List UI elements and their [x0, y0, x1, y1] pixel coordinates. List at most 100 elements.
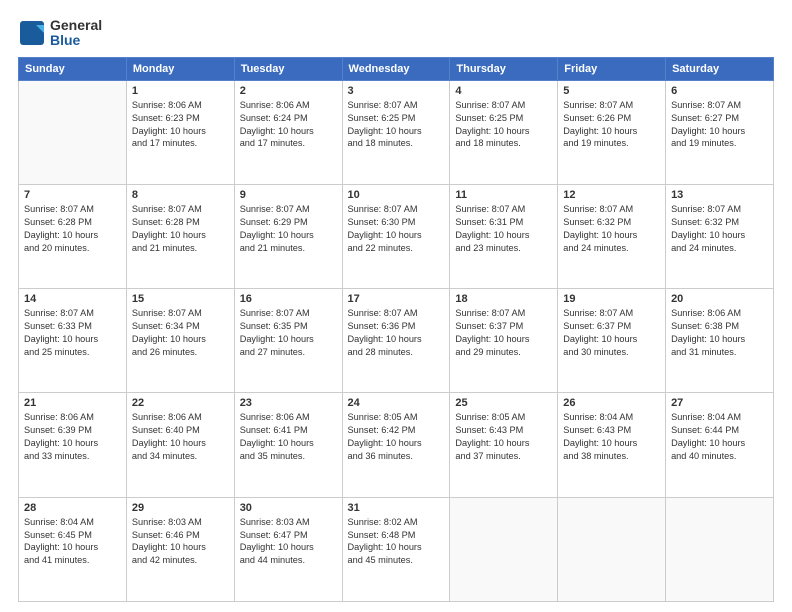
day-info: Sunrise: 8:07 AM Sunset: 6:36 PM Dayligh…	[348, 307, 445, 359]
day-number: 29	[132, 502, 229, 514]
day-number: 27	[671, 397, 768, 409]
calendar-cell: 15 Sunrise: 8:07 AM Sunset: 6:34 PM Dayli…	[126, 289, 234, 393]
day-number: 8	[132, 189, 229, 201]
day-number: 14	[24, 293, 121, 305]
day-number: 4	[455, 85, 552, 97]
calendar-cell: 17 Sunrise: 8:07 AM Sunset: 6:36 PM Dayli…	[342, 289, 450, 393]
calendar-cell: 16 Sunrise: 8:07 AM Sunset: 6:35 PM Dayli…	[234, 289, 342, 393]
day-info: Sunrise: 8:04 AM Sunset: 6:45 PM Dayligh…	[24, 516, 121, 568]
calendar-table: SundayMondayTuesdayWednesdayThursdayFrid…	[18, 57, 774, 602]
day-info: Sunrise: 8:06 AM Sunset: 6:40 PM Dayligh…	[132, 411, 229, 463]
day-number: 28	[24, 502, 121, 514]
day-number: 20	[671, 293, 768, 305]
calendar-cell: 13Sunrise: 8:07 AM Sunset: 6:32 PM Dayli…	[666, 185, 774, 289]
weekday-thursday: Thursday	[450, 57, 558, 80]
day-info: Sunrise: 8:07 AM Sunset: 6:37 PM Dayligh…	[563, 307, 660, 359]
day-number: 9	[240, 189, 337, 201]
day-info: Sunrise: 8:07 AM Sunset: 6:25 PM Dayligh…	[455, 99, 552, 151]
day-info: Sunrise: 8:05 AM Sunset: 6:43 PM Dayligh…	[455, 411, 552, 463]
week-row-2: 7 Sunrise: 8:07 AM Sunset: 6:28 PM Daylig…	[19, 185, 774, 289]
day-number: 6	[671, 85, 768, 97]
calendar-cell: 8Sunrise: 8:07 AM Sunset: 6:28 PM Daylig…	[126, 185, 234, 289]
day-info: Sunrise: 8:07 AM Sunset: 6:31 PM Dayligh…	[455, 203, 552, 255]
day-info: Sunrise: 8:07 AM Sunset: 6:35 PM Dayligh…	[240, 307, 337, 359]
header: General Blue	[18, 18, 774, 49]
weekday-header-row: SundayMondayTuesdayWednesdayThursdayFrid…	[19, 57, 774, 80]
day-info: Sunrise: 8:05 AM Sunset: 6:42 PM Dayligh…	[348, 411, 445, 463]
day-number: 21	[24, 397, 121, 409]
day-number: 11	[455, 189, 552, 201]
day-info: Sunrise: 8:06 AM Sunset: 6:23 PM Dayligh…	[132, 99, 229, 151]
day-info: Sunrise: 8:06 AM Sunset: 6:24 PM Dayligh…	[240, 99, 337, 151]
day-info: Sunrise: 8:07 AM Sunset: 6:32 PM Dayligh…	[563, 203, 660, 255]
day-info: Sunrise: 8:03 AM Sunset: 6:47 PM Dayligh…	[240, 516, 337, 568]
week-row-3: 14 Sunrise: 8:07 AM Sunset: 6:33 PM Dayli…	[19, 289, 774, 393]
week-row-5: 28 Sunrise: 8:04 AM Sunset: 6:45 PM Dayli…	[19, 497, 774, 601]
weekday-sunday: Sunday	[19, 57, 127, 80]
day-number: 25	[455, 397, 552, 409]
calendar-cell: 23 Sunrise: 8:06 AM Sunset: 6:41 PM Dayli…	[234, 393, 342, 497]
calendar-cell: 2 Sunrise: 8:06 AM Sunset: 6:24 PM Daylig…	[234, 80, 342, 184]
day-number: 31	[348, 502, 445, 514]
logo: General Blue	[18, 18, 102, 49]
day-info: Sunrise: 8:07 AM Sunset: 6:30 PM Dayligh…	[348, 203, 445, 255]
calendar-cell: 26 Sunrise: 8:04 AM Sunset: 6:43 PM Dayli…	[558, 393, 666, 497]
calendar-cell: 3 Sunrise: 8:07 AM Sunset: 6:25 PM Daylig…	[342, 80, 450, 184]
calendar-cell: 28 Sunrise: 8:04 AM Sunset: 6:45 PM Dayli…	[19, 497, 127, 601]
weekday-saturday: Saturday	[666, 57, 774, 80]
weekday-friday: Friday	[558, 57, 666, 80]
day-number: 12	[563, 189, 660, 201]
calendar-cell: 31 Sunrise: 8:02 AM Sunset: 6:48 PM Dayli…	[342, 497, 450, 601]
day-number: 1	[132, 85, 229, 97]
day-number: 15	[132, 293, 229, 305]
calendar-cell	[450, 497, 558, 601]
weekday-tuesday: Tuesday	[234, 57, 342, 80]
week-row-4: 21 Sunrise: 8:06 AM Sunset: 6:39 PM Dayli…	[19, 393, 774, 497]
calendar-cell: 18 Sunrise: 8:07 AM Sunset: 6:37 PM Dayli…	[450, 289, 558, 393]
logo-text-line1: General	[50, 18, 102, 33]
day-number: 17	[348, 293, 445, 305]
day-number: 2	[240, 85, 337, 97]
calendar-cell	[19, 80, 127, 184]
calendar-cell: 9 Sunrise: 8:07 AM Sunset: 6:29 PM Daylig…	[234, 185, 342, 289]
day-info: Sunrise: 8:07 AM Sunset: 6:33 PM Dayligh…	[24, 307, 121, 359]
logo-icon	[18, 19, 46, 47]
day-info: Sunrise: 8:07 AM Sunset: 6:28 PM Dayligh…	[24, 203, 121, 255]
calendar-cell: 4 Sunrise: 8:07 AM Sunset: 6:25 PM Daylig…	[450, 80, 558, 184]
day-number: 10	[348, 189, 445, 201]
day-number: 13	[671, 189, 768, 201]
calendar-cell: 10 Sunrise: 8:07 AM Sunset: 6:30 PM Dayli…	[342, 185, 450, 289]
day-info: Sunrise: 8:07 AM Sunset: 6:27 PM Dayligh…	[671, 99, 768, 151]
day-info: Sunrise: 8:07 AM Sunset: 6:34 PM Dayligh…	[132, 307, 229, 359]
calendar-cell	[558, 497, 666, 601]
calendar-cell: 12 Sunrise: 8:07 AM Sunset: 6:32 PM Dayli…	[558, 185, 666, 289]
calendar-cell: 30 Sunrise: 8:03 AM Sunset: 6:47 PM Dayli…	[234, 497, 342, 601]
day-number: 23	[240, 397, 337, 409]
calendar-cell: 19Sunrise: 8:07 AM Sunset: 6:37 PM Dayli…	[558, 289, 666, 393]
day-info: Sunrise: 8:06 AM Sunset: 6:39 PM Dayligh…	[24, 411, 121, 463]
day-info: Sunrise: 8:06 AM Sunset: 6:41 PM Dayligh…	[240, 411, 337, 463]
calendar-cell: 24 Sunrise: 8:05 AM Sunset: 6:42 PM Dayli…	[342, 393, 450, 497]
logo-text-line2: Blue	[50, 33, 102, 48]
day-number: 22	[132, 397, 229, 409]
day-number: 26	[563, 397, 660, 409]
day-info: Sunrise: 8:07 AM Sunset: 6:25 PM Dayligh…	[348, 99, 445, 151]
day-number: 16	[240, 293, 337, 305]
day-info: Sunrise: 8:04 AM Sunset: 6:44 PM Dayligh…	[671, 411, 768, 463]
calendar-cell	[666, 497, 774, 601]
calendar-cell: 6 Sunrise: 8:07 AM Sunset: 6:27 PM Daylig…	[666, 80, 774, 184]
day-info: Sunrise: 8:02 AM Sunset: 6:48 PM Dayligh…	[348, 516, 445, 568]
day-info: Sunrise: 8:04 AM Sunset: 6:43 PM Dayligh…	[563, 411, 660, 463]
day-number: 30	[240, 502, 337, 514]
day-number: 24	[348, 397, 445, 409]
day-info: Sunrise: 8:07 AM Sunset: 6:37 PM Dayligh…	[455, 307, 552, 359]
day-number: 18	[455, 293, 552, 305]
calendar-cell: 11 Sunrise: 8:07 AM Sunset: 6:31 PM Dayli…	[450, 185, 558, 289]
day-info: Sunrise: 8:07 AM Sunset: 6:29 PM Dayligh…	[240, 203, 337, 255]
day-number: 7	[24, 189, 121, 201]
day-number: 3	[348, 85, 445, 97]
day-info: Sunrise: 8:03 AM Sunset: 6:46 PM Dayligh…	[132, 516, 229, 568]
weekday-wednesday: Wednesday	[342, 57, 450, 80]
calendar-page: General Blue SundayMondayTuesdayWednesda…	[0, 0, 792, 612]
calendar-cell: 21 Sunrise: 8:06 AM Sunset: 6:39 PM Dayli…	[19, 393, 127, 497]
